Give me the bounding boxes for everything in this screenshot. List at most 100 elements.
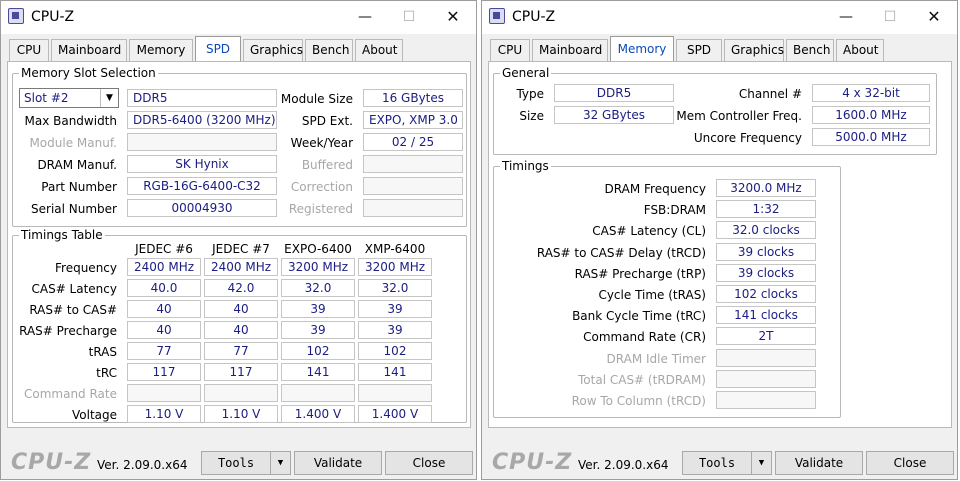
tab-graphics[interactable]: Graphics <box>243 39 303 61</box>
registered-label: Registered <box>288 202 353 216</box>
close-icon[interactable]: ✕ <box>438 5 468 29</box>
mem-timing-label: Total CAS# (tRDRAM) <box>578 372 706 387</box>
module-size-label: Module Size <box>280 92 353 106</box>
col-header-jedec7: JEDEC #7 <box>212 242 270 256</box>
timing-row-label: Frequency <box>55 261 117 275</box>
timing-cell: 77 <box>127 342 201 360</box>
tab-memory[interactable]: Memory <box>129 39 193 61</box>
memory-type-value: DDR5 <box>127 89 277 107</box>
buffered-label: Buffered <box>301 158 353 172</box>
module-size-value: 16 GBytes <box>363 89 463 107</box>
mem-ctrl-freq-value: 1600.0 MHz <box>812 106 930 124</box>
chevron-down-icon[interactable]: ▼ <box>100 89 118 107</box>
timing-cell: 1.400 V <box>281 405 355 423</box>
mem-ctrl-freq-label: Mem Controller Freq. <box>676 109 802 123</box>
timing-cell <box>127 384 201 402</box>
tab-spd[interactable]: SPD <box>676 39 722 61</box>
mem-timing-value: 3200.0 MHz <box>716 179 816 197</box>
maximize-icon[interactable]: ☐ <box>875 5 905 29</box>
tab-spd[interactable]: SPD <box>195 36 241 62</box>
timing-cell: 39 <box>358 300 432 318</box>
serial-number-value: 00004930 <box>127 199 277 217</box>
minimize-icon[interactable]: — <box>831 5 861 29</box>
close-button[interactable]: Close <box>385 451 473 475</box>
tools-button-label: Tools <box>698 456 736 470</box>
tools-button[interactable]: Tools ▼ <box>682 451 772 475</box>
tab-graphics[interactable]: Graphics <box>724 39 784 61</box>
timings-group: Timings DRAM Frequency 3200.0 MHz FSB:DRAM… <box>493 159 841 418</box>
mem-timing-label: Bank Cycle Time (tRC) <box>572 309 706 324</box>
cpuz-app-icon <box>489 8 505 24</box>
validate-button[interactable]: Validate <box>294 451 382 475</box>
tab-mainboard[interactable]: Mainboard <box>51 39 127 61</box>
mem-timing-label: Command Rate (CR) <box>583 330 706 345</box>
tab-bench[interactable]: Bench <box>305 39 353 61</box>
tab-mainboard[interactable]: Mainboard <box>532 39 608 61</box>
part-number-value: RGB-16G-6400-C32 <box>127 177 277 195</box>
maximize-icon[interactable]: ☐ <box>394 5 424 29</box>
tab-memory[interactable]: Memory <box>610 36 674 62</box>
slot-select-value: Slot #2 <box>24 91 69 105</box>
mem-timing-value <box>716 348 816 367</box>
close-button[interactable]: Close <box>866 451 954 475</box>
tab-cpu[interactable]: CPU <box>490 39 530 61</box>
mem-timing-label: FSB:DRAM <box>643 203 706 218</box>
timing-cell: 117 <box>127 363 201 381</box>
mem-timing-value: 2T <box>716 327 816 346</box>
tools-dropdown-icon[interactable]: ▼ <box>270 452 290 474</box>
type-label: Type <box>516 87 544 101</box>
title-bar: CPU-Z — ☐ ✕ <box>482 1 957 34</box>
uncore-freq-label: Uncore Frequency <box>693 131 802 145</box>
validate-button[interactable]: Validate <box>775 451 863 475</box>
timing-cell: 141 <box>281 363 355 381</box>
tab-about[interactable]: About <box>836 39 884 61</box>
version-label: Ver. 2.09.0.x64 <box>578 458 669 472</box>
cpuz-window-memory: CPU-Z — ☐ ✕ CPU Mainboard Memory SPD Gra… <box>481 0 958 480</box>
part-number-label: Part Number <box>41 180 117 194</box>
tab-cpu[interactable]: CPU <box>9 39 49 61</box>
timing-cell: 40 <box>127 300 201 318</box>
timing-cell: 102 <box>358 342 432 360</box>
version-label: Ver. 2.09.0.x64 <box>97 458 188 472</box>
module-manuf-value <box>127 133 277 151</box>
mem-timing-label: Cycle Time (tRAS) <box>598 288 706 302</box>
general-group: General Type DDR5 Size 32 GBytes Channel… <box>493 66 937 155</box>
tools-button[interactable]: Tools ▼ <box>201 451 291 475</box>
max-bandwidth-label: Max Bandwidth <box>24 114 117 128</box>
timing-cell: 1.10 V <box>127 405 201 423</box>
timing-cell: 42.0 <box>204 279 278 297</box>
window-title: CPU-Z <box>31 9 75 25</box>
timing-cell: 40 <box>204 321 278 339</box>
general-title: General <box>500 66 552 80</box>
timing-cell <box>358 384 432 402</box>
mem-timing-value <box>716 391 816 409</box>
col-header-expo: EXPO-6400 <box>284 242 352 256</box>
tools-dropdown-icon[interactable]: ▼ <box>751 452 771 474</box>
timings-table-group: Timings Table JEDEC #6 JEDEC #7 EXPO-640… <box>12 228 467 423</box>
timing-row-label: Command Rate <box>23 387 117 401</box>
tab-bench[interactable]: Bench <box>786 39 834 61</box>
timing-cell: 39 <box>358 321 432 339</box>
slot-selection-group: Memory Slot Selection Slot #2 ▼ DDR5 Mod… <box>12 66 467 227</box>
channel-value: 4 x 32-bit <box>812 84 930 102</box>
mem-timing-value: 1:32 <box>716 200 816 219</box>
close-icon[interactable]: ✕ <box>919 5 949 29</box>
module-manuf-label: Module Manuf. <box>29 136 117 150</box>
cpuz-window-spd: CPU-Z — ☐ ✕ CPU Mainboard Memory SPD Gra… <box>0 0 477 480</box>
col-header-jedec6: JEDEC #6 <box>135 242 193 256</box>
bottom-bar: CPU-Z Ver. 2.09.0.x64 Tools ▼ Validate C… <box>1 441 476 481</box>
cpuz-logo: CPU-Z <box>492 450 573 475</box>
week-year-value: 02 / 25 <box>363 133 463 151</box>
window-title: CPU-Z <box>512 9 556 25</box>
timing-cell <box>281 384 355 402</box>
registered-value <box>363 199 463 217</box>
mem-timing-value: 141 clocks <box>716 306 816 325</box>
tab-about[interactable]: About <box>355 39 403 61</box>
timing-row-label: tRAS <box>88 345 117 359</box>
slot-select[interactable]: Slot #2 ▼ <box>19 88 119 108</box>
timing-row-label: Voltage <box>71 408 117 422</box>
spd-ext-label: SPD Ext. <box>301 114 353 128</box>
mem-timing-label: CAS# Latency (CL) <box>592 224 706 239</box>
minimize-icon[interactable]: — <box>350 5 380 29</box>
timing-cell: 102 <box>281 342 355 360</box>
